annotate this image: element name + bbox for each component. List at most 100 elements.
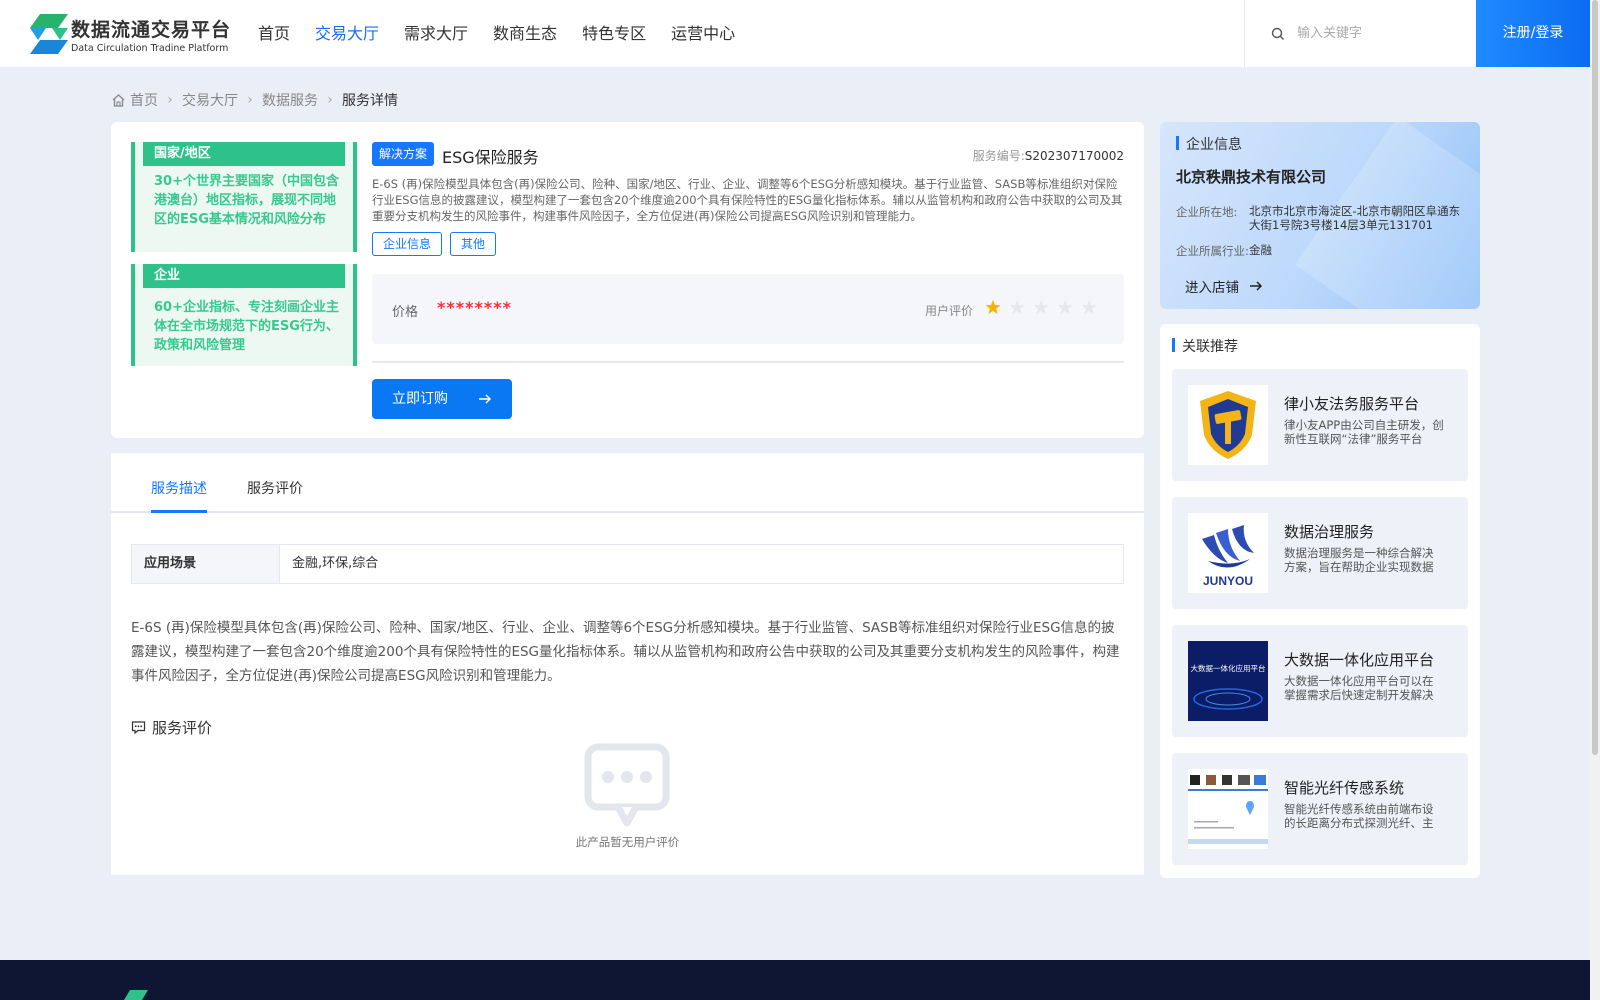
home-icon	[112, 93, 125, 107]
main-nav: 首页 交易大厅 需求大厅 数商生态 特色专区 运营中心	[258, 0, 760, 67]
fiber-sensing-map-image	[1188, 769, 1268, 849]
company-section-title: 企业信息	[1176, 134, 1242, 154]
recommend-item-image: JUNYOU	[1188, 513, 1268, 593]
page-scrollbar[interactable]	[1590, 0, 1600, 1000]
scene-value: 金融,环保,综合	[292, 556, 379, 571]
product-thumbnail: 国家/地区 30+个世界主要国家（中国包含港澳台）地区指标，展现不同地区的ESG…	[131, 142, 357, 366]
star-empty-icon	[1057, 300, 1073, 314]
recommend-item[interactable]: 律小友法务服务平台 律小友APP由公司自主研发，创新性互联网“法律”服务平台	[1172, 369, 1468, 481]
arrow-right-icon	[479, 394, 492, 404]
nav-ecosystem[interactable]: 数商生态	[493, 0, 557, 67]
recommend-item-desc: 智能光纤传感系统由前端布设的长距离分布式探测光纤、主机等组成	[1284, 802, 1434, 830]
recommend-item-image	[1188, 769, 1268, 849]
review-section-title: 服务评价	[131, 717, 212, 738]
application-scene-table: 应用场景 金融,环保,综合	[131, 544, 1124, 584]
breadcrumb-current: 服务详情	[342, 93, 398, 109]
recommend-item-name: 律小友法务服务平台	[1284, 395, 1420, 413]
company-location-label: 企业所在地:	[1176, 205, 1238, 219]
scene-key: 应用场景	[132, 545, 280, 583]
top-header: 数据流通交易平台 Data Circulation Tradine Platfo…	[0, 0, 1590, 67]
product-card: 国家/地区 30+个世界主要国家（中国包含港澳台）地区指标，展现不同地区的ESG…	[111, 122, 1144, 438]
enter-shop-link[interactable]: 进入店铺	[1185, 276, 1263, 296]
logo-subtitle: Data Circulation Tradine Platform	[71, 43, 229, 54]
recommend-item-image	[1188, 385, 1268, 465]
tab-service-description[interactable]: 服务描述	[151, 478, 207, 498]
search-icon[interactable]	[1271, 27, 1285, 41]
order-now-label: 立即订购	[392, 391, 448, 407]
recommend-item-name: 数据治理服务	[1284, 523, 1375, 541]
login-register-button[interactable]: 注册/登录	[1476, 0, 1590, 67]
review-title-text: 服务评价	[152, 719, 213, 737]
service-long-description: E-6S (再)保险模型具体包含(再)保险公司、险种、国家/地区、行业、企业、调…	[131, 620, 1120, 684]
service-number: 服务编号:S202307170002	[973, 147, 1124, 164]
product-description: E-6S (再)保险模型具体包含(再)保险公司、险种、国家/地区、行业、企业、调…	[372, 177, 1123, 223]
empty-comment-icon	[584, 743, 670, 827]
rating-label: 用户评价	[925, 304, 974, 318]
big-data-platform-image: 大数据一体化应用平台	[1188, 641, 1268, 721]
scrollbar-thumb[interactable]	[1592, 0, 1598, 755]
recommend-item-desc: 律小友APP由公司自主研发，创新性互联网“法律”服务平台	[1284, 418, 1444, 446]
company-location-value: 北京市北京市海淀区-北京市朝阳区阜通东大街1号院3号楼14层3单元131701	[1249, 204, 1461, 232]
recommend-item-image: 大数据一体化应用平台	[1188, 641, 1268, 721]
tab-service-review[interactable]: 服务评价	[247, 478, 303, 498]
nav-operation-center[interactable]: 运营中心	[671, 0, 735, 67]
star-empty-icon	[1009, 300, 1025, 314]
chevron-right-icon: ›	[247, 92, 253, 108]
thumb-block-title: 企业	[143, 264, 345, 288]
recommend-item[interactable]: 智能光纤传感系统 智能光纤传感系统由前端布设的长距离分布式探测光纤、主机等组成	[1172, 753, 1468, 865]
price-value: ********	[437, 298, 512, 317]
company-industry-value: 金融	[1249, 243, 1272, 257]
star-empty-icon	[1033, 300, 1049, 314]
enter-shop-label: 进入店铺	[1185, 280, 1239, 296]
footer-logo-icon	[124, 990, 148, 1000]
shield-hammer-icon	[1200, 391, 1256, 459]
divider	[372, 361, 1124, 363]
service-number-label: 服务编号:	[972, 149, 1025, 163]
platform-logo[interactable]: 数据流通交易平台 Data Circulation Tradine Platfo…	[30, 14, 230, 56]
breadcrumb-home[interactable]: 首页	[130, 90, 158, 110]
company-location-row: 企业所在地: 北京市北京市海淀区-北京市朝阳区阜通东大街1号院3号楼14层3单元…	[1176, 204, 1467, 232]
product-title: ESG保险服务	[442, 148, 539, 167]
recommend-item[interactable]: JUNYOU 数据治理服务 数据治理服务是一种综合解决方案，旨在帮助企业实现数据…	[1172, 497, 1468, 609]
recommend-item-name: 智能光纤传感系统	[1284, 779, 1405, 797]
big-data-image-text: 大数据一体化应用平台	[1191, 663, 1266, 673]
product-type-tag: 解决方案	[372, 142, 435, 166]
active-tab-indicator	[151, 510, 207, 513]
order-now-button[interactable]: 立即订购	[372, 379, 512, 419]
recommend-section-title: 关联推荐	[1172, 336, 1238, 356]
related-recommend-card: 关联推荐 律小友法务服务平台 律小友APP由公司自主研发，创新性互联网“法律”服…	[1160, 324, 1480, 878]
junyou-logo-icon: JUNYOU	[1202, 525, 1254, 588]
nav-special-zone[interactable]: 特色专区	[582, 0, 646, 67]
search-input[interactable]	[1297, 20, 1467, 46]
logo-title: 数据流通交易平台	[71, 19, 232, 41]
recommend-item-desc: 大数据一体化应用平台可以在掌握需求后快速定制开发解决方案	[1284, 674, 1434, 702]
detail-tabs: 服务描述 服务评价	[111, 453, 1144, 513]
nav-trading-hall[interactable]: 交易大厅	[315, 0, 379, 67]
service-detail-card: 服务描述 服务评价 应用场景 金融,环保,综合 E-6S (再)保险模型具体包含…	[111, 453, 1144, 875]
recommend-item[interactable]: 大数据一体化应用平台 大数据一体化应用平台 大数据一体化应用平台可以在掌握需求后…	[1172, 625, 1468, 737]
chevron-right-icon: ›	[167, 92, 173, 108]
star-filled-icon	[985, 300, 1001, 314]
tag-enterprise-info[interactable]: 企业信息	[372, 232, 443, 256]
thumb-block-text: 30+个世界主要国家（中国包含港澳台）地区指标，展现不同地区的ESG基本情况和风…	[154, 174, 339, 227]
breadcrumb-trading-hall[interactable]: 交易大厅	[182, 90, 238, 110]
thumb-block-text: 60+企业指标、专注刻画企业主体在全市场规范下的ESG行为、政策和风险管理	[154, 300, 339, 353]
recommend-item-name: 大数据一体化应用平台	[1284, 651, 1435, 669]
product-tags: 企业信息 其他	[372, 232, 504, 256]
company-industry-row: 企业所属行业: 金融	[1176, 243, 1467, 259]
empty-review-text: 此产品暂无用户评价	[575, 835, 680, 849]
nav-home[interactable]: 首页	[258, 0, 290, 67]
chevron-right-icon: ›	[327, 92, 333, 108]
company-name: 北京秩鼎技术有限公司	[1176, 168, 1327, 186]
price-box: 价格 ******** 用户评价	[372, 274, 1124, 344]
arrow-right-icon	[1250, 281, 1263, 291]
page-footer	[0, 960, 1590, 1000]
recommend-item-desc: 数据治理服务是一种综合解决方案，旨在帮助企业实现数据价值	[1284, 546, 1434, 574]
logo-mark-icon	[30, 14, 68, 54]
tag-other[interactable]: 其他	[450, 232, 497, 256]
breadcrumb-data-service[interactable]: 数据服务	[262, 90, 318, 110]
junyou-logo-text: JUNYOU	[1203, 574, 1253, 588]
thumb-block-enterprise: 企业 60+企业指标、专注刻画企业主体在全市场规范下的ESG行为、政策和风险管理	[131, 264, 357, 366]
rating-stars	[985, 299, 1105, 315]
nav-demand-hall[interactable]: 需求大厅	[404, 0, 468, 67]
